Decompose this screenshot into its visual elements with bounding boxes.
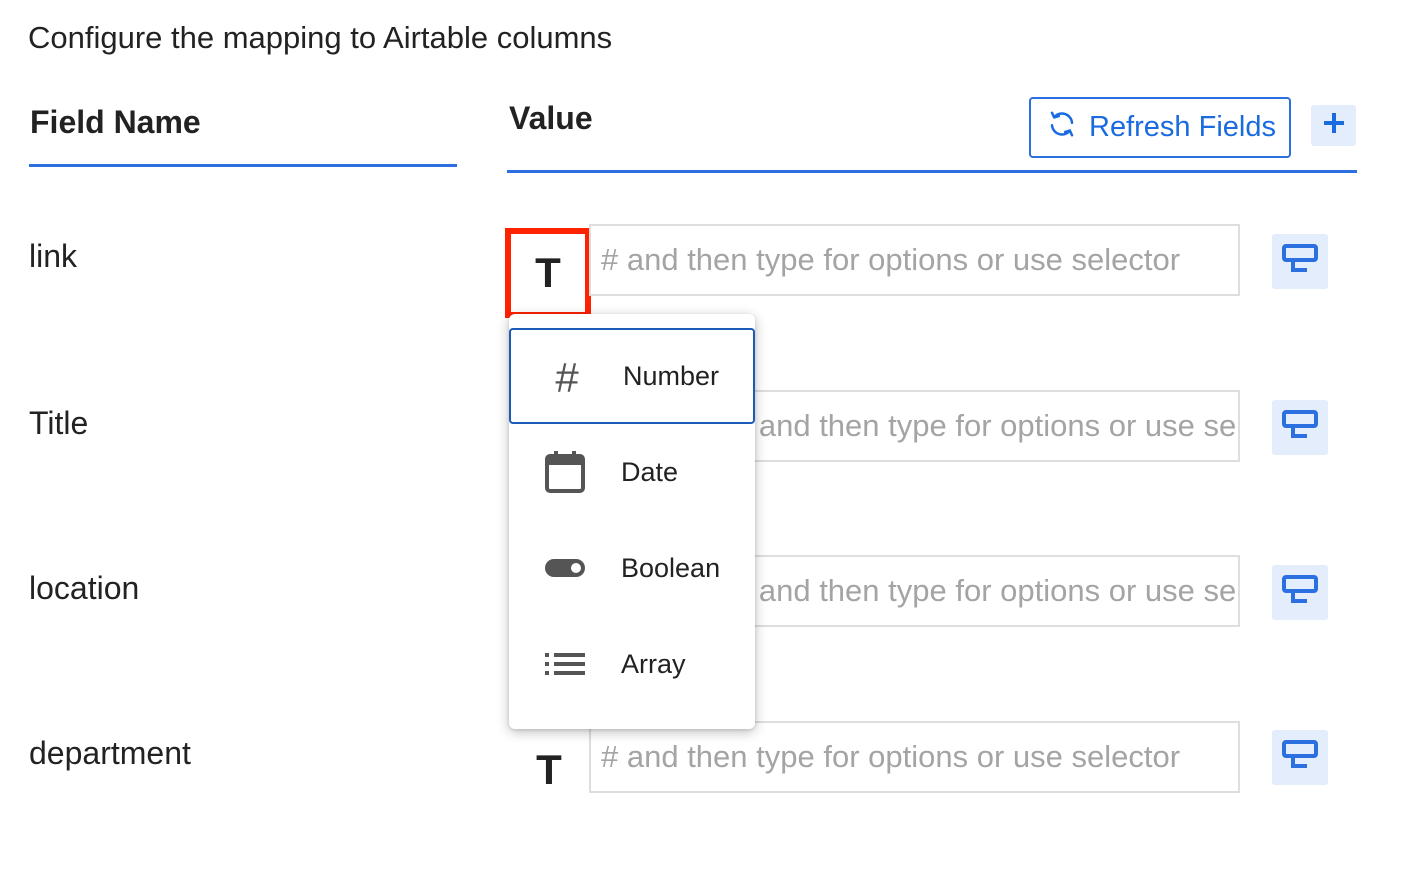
- field-label-link: link: [29, 238, 78, 274]
- selector-button-department[interactable]: [1272, 730, 1328, 785]
- value-column-header: Value: [509, 100, 593, 136]
- selector-icon: [1281, 242, 1319, 281]
- menu-item-boolean[interactable]: Boolean: [509, 520, 755, 616]
- list-icon: [543, 652, 587, 676]
- menu-item-label: Date: [621, 456, 679, 487]
- value-input-department[interactable]: [589, 721, 1240, 793]
- type-toggle-button-link[interactable]: T: [505, 228, 591, 318]
- selector-button-title[interactable]: [1272, 400, 1328, 455]
- toggle-icon: [543, 558, 587, 578]
- add-field-button[interactable]: [1311, 105, 1356, 146]
- field-label-title: Title: [29, 405, 89, 441]
- type-dropdown-menu: # Number Date Boolean Array: [509, 314, 755, 729]
- menu-item-label: Number: [623, 360, 720, 391]
- type-toggle-button-department[interactable]: T: [509, 726, 589, 814]
- selector-button-location[interactable]: [1272, 565, 1328, 620]
- field-label-department: department: [29, 735, 191, 771]
- field-name-underline: [29, 164, 457, 167]
- menu-item-array[interactable]: Array: [509, 616, 755, 712]
- menu-item-number[interactable]: # Number: [509, 328, 755, 424]
- menu-item-label: Array: [621, 648, 686, 679]
- selector-icon: [1281, 408, 1319, 447]
- selector-icon: [1281, 573, 1319, 612]
- plus-icon: [1322, 111, 1346, 140]
- field-name-column-header: Field Name: [30, 104, 201, 140]
- hash-icon: #: [555, 354, 579, 401]
- value-input-link[interactable]: [589, 224, 1240, 296]
- refresh-fields-button[interactable]: Refresh Fields: [1029, 97, 1291, 158]
- menu-item-label: Boolean: [621, 552, 721, 583]
- field-label-location: location: [29, 570, 140, 606]
- refresh-icon: [1047, 109, 1089, 147]
- selector-icon: [1281, 738, 1319, 777]
- calendar-icon: [543, 450, 587, 494]
- selector-button-link[interactable]: [1272, 234, 1328, 289]
- menu-item-date[interactable]: Date: [509, 424, 755, 520]
- value-underline: [507, 170, 1357, 173]
- refresh-fields-label: Refresh Fields: [1089, 111, 1276, 143]
- page-heading: Configure the mapping to Airtable column…: [28, 20, 613, 55]
